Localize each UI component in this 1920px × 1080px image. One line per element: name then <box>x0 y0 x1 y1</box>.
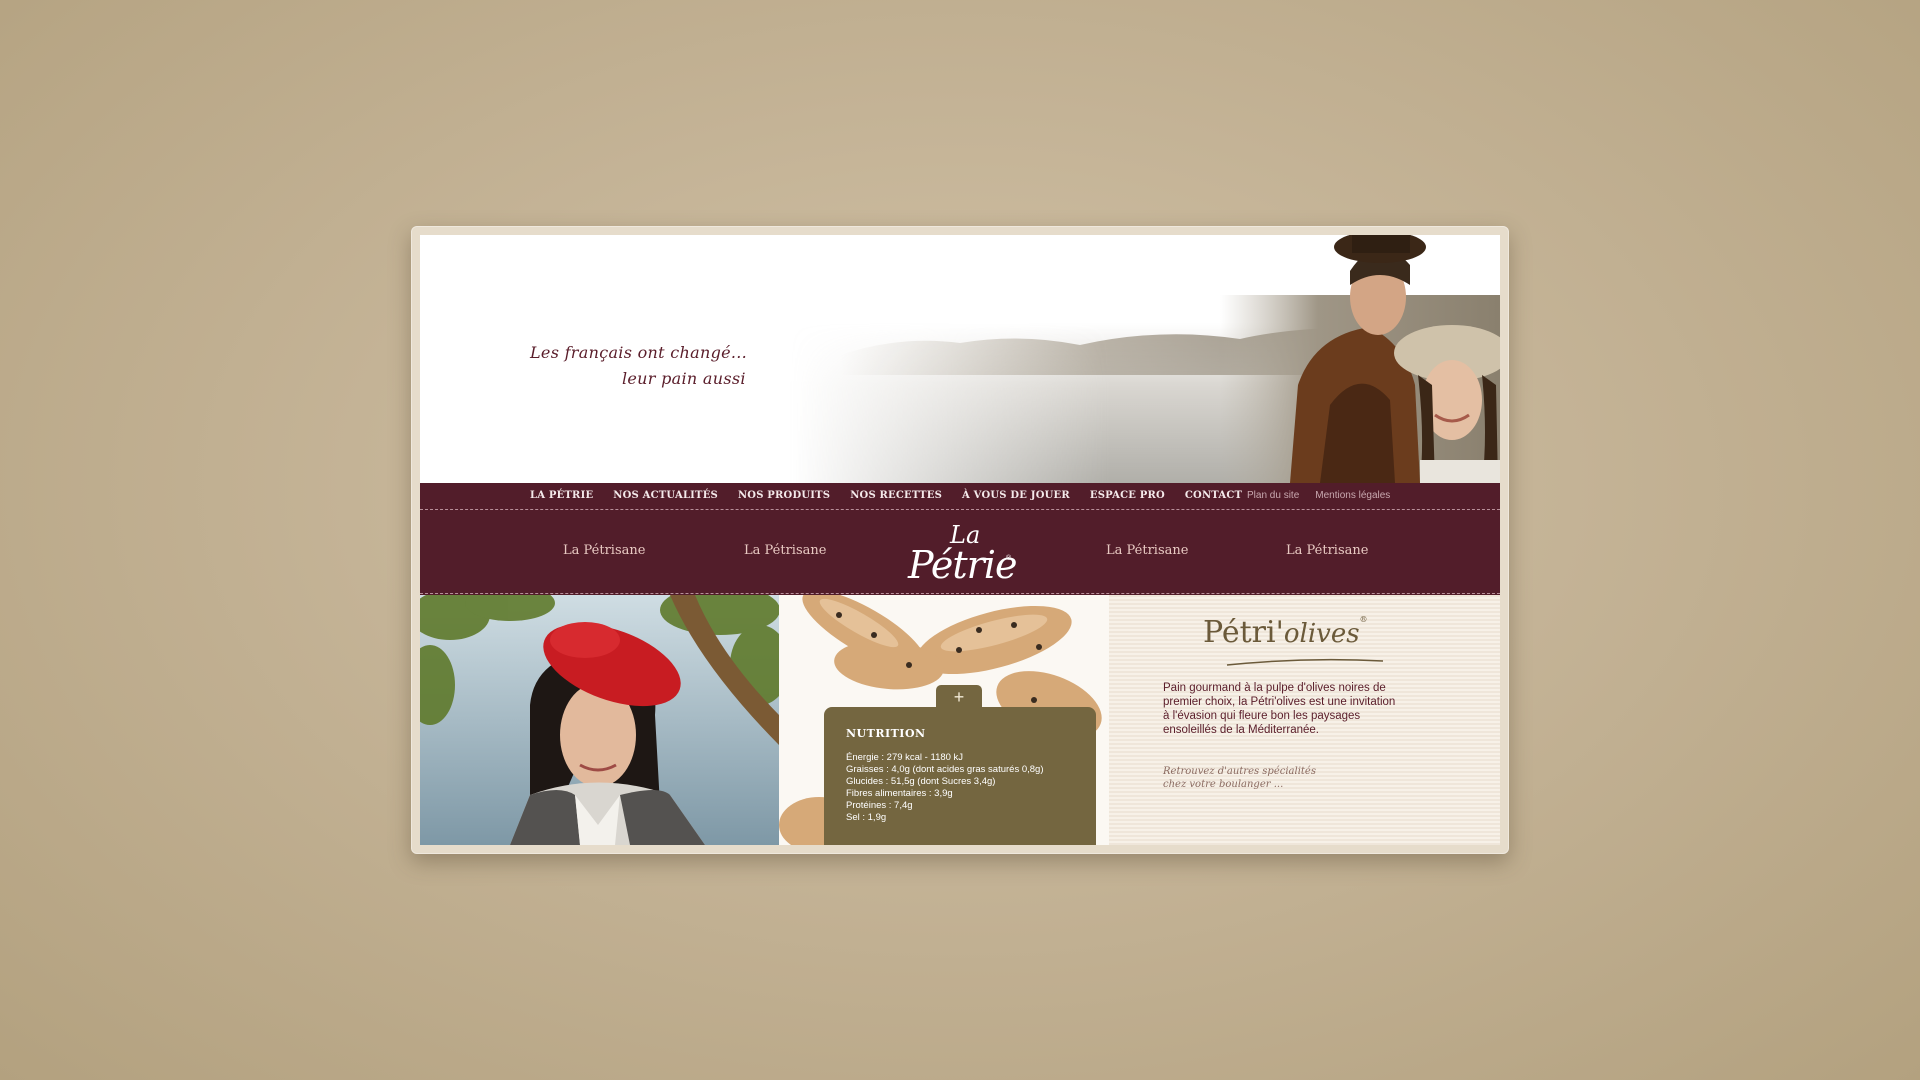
mentions-legales-link[interactable]: Mentions légales <box>1315 490 1390 501</box>
product-description: Pain gourmand à la pulpe d'olives noires… <box>1163 682 1396 736</box>
nutrition-item: Fibres alimentaires : 3,9g <box>846 788 953 799</box>
tagline-line-2: leur pain aussi <box>622 369 746 388</box>
primary-menu: LA PÉTRIE NOS ACTUALITÉS NOS PRODUITS NO… <box>530 490 1262 501</box>
dashed-divider-top <box>420 509 1500 510</box>
header-banner: Les français ont changé... leur pain aus… <box>420 235 1500 483</box>
nav-contact[interactable]: CONTACT <box>1185 490 1242 501</box>
nav-la-petrie[interactable]: LA PÉTRIE <box>530 490 593 501</box>
nutrition-item: Énergie : 279 kcal - 1180 kJ <box>846 752 964 763</box>
logo-petrie: Pétrie <box>908 543 1017 587</box>
nutrition-item: Sel : 1,9g <box>846 812 887 823</box>
more-specialties-note: Retrouvez d'autres spécialités chez votr… <box>1163 765 1363 791</box>
logo-registered-mark: ® <box>1006 555 1012 562</box>
nutrition-panel: + NUTRITION Énergie : 279 kcal - 1180 kJ… <box>824 685 1096 845</box>
product-link-1[interactable]: La Pétrisane <box>563 543 645 558</box>
nutrition-item: Glucides : 51,5g (dont Sucres 3,4g) <box>846 776 996 787</box>
tagline-line-1: Les français ont changé... <box>530 343 748 362</box>
nutrition-item: Graisses : 4,0g (dont acides gras saturé… <box>846 764 1044 775</box>
more-line-1: Retrouvez d'autres spécialités <box>1163 766 1316 777</box>
product-title-script: olives <box>1283 619 1360 649</box>
product-link-4[interactable]: La Pétrisane <box>1286 543 1368 558</box>
nutrition-toggle-button[interactable]: + <box>936 685 982 709</box>
main-navigation: LA PÉTRIE NOS ACTUALITÉS NOS PRODUITS NO… <box>420 483 1500 595</box>
product-link-3[interactable]: La Pétrisane <box>1106 543 1188 558</box>
nav-nos-actualites[interactable]: NOS ACTUALITÉS <box>613 490 718 501</box>
plan-du-site-link[interactable]: Plan du site <box>1247 490 1299 501</box>
product-title-registered-mark: ® <box>1359 615 1368 624</box>
product-link-2[interactable]: La Pétrisane <box>744 543 826 558</box>
product-panel: + NUTRITION Énergie : 279 kcal - 1180 kJ… <box>779 595 1500 845</box>
couple-photo <box>1220 235 1500 483</box>
nutrition-item: Protéines : 7,4g <box>846 800 913 811</box>
dashed-divider-bottom <box>420 593 1500 594</box>
nav-a-vous-de-jouer[interactable]: À VOUS DE JOUER <box>962 490 1070 501</box>
la-petrie-logo[interactable]: La Pétrie ® <box>904 521 1024 587</box>
nutrition-facts-list: Énergie : 279 kcal - 1180 kJ Graisses : … <box>846 752 1044 824</box>
nutrition-title: NUTRITION <box>846 727 926 740</box>
utility-menu: Plan du site Mentions légales <box>1247 490 1406 501</box>
nav-espace-pro[interactable]: ESPACE PRO <box>1090 490 1165 501</box>
more-line-2: chez votre boulanger ... <box>1163 779 1284 790</box>
woman-with-beret-photo <box>420 595 779 845</box>
title-underline-swash <box>1226 658 1384 666</box>
website-page: Les français ont changé... leur pain aus… <box>420 235 1500 845</box>
product-showcase: + NUTRITION Énergie : 279 kcal - 1180 kJ… <box>420 595 1500 845</box>
tagline: Les français ont changé... leur pain aus… <box>530 343 770 403</box>
product-title: Pétri'olives® <box>1203 615 1368 650</box>
nav-nos-produits[interactable]: NOS PRODUITS <box>738 490 830 501</box>
product-title-main: Pétri' <box>1203 615 1284 650</box>
nav-nos-recettes[interactable]: NOS RECETTES <box>850 490 942 501</box>
